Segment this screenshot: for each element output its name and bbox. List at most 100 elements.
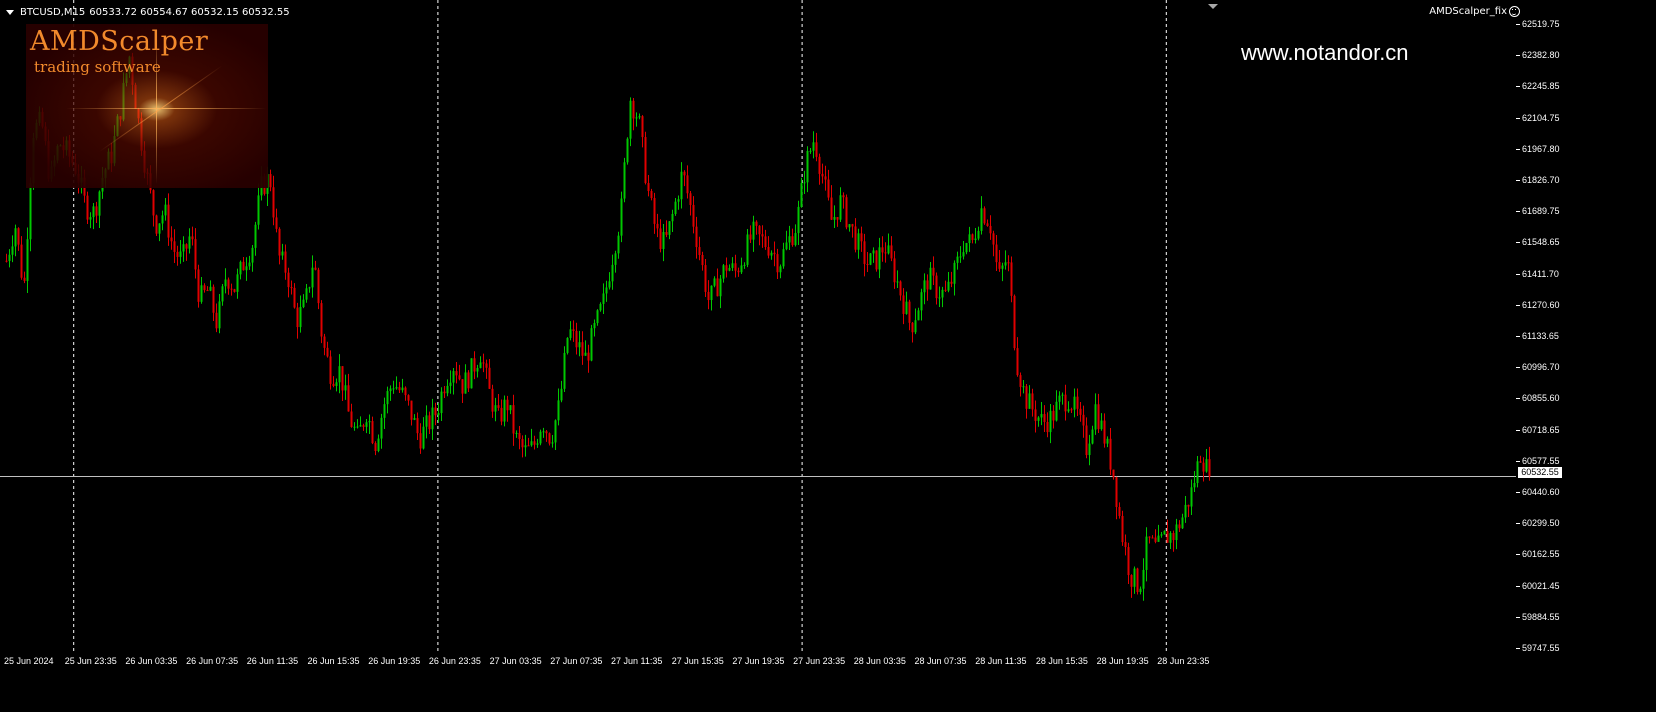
time-axis[interactable]: 25 Jun 2024 25 Jun 23:35 26 Jun 03:35 26 Ju… xyxy=(0,652,1516,672)
candle xyxy=(959,246,962,263)
price-axis-label: 62519.75 xyxy=(1522,19,1560,29)
candle-body xyxy=(860,233,863,242)
candle xyxy=(878,237,881,279)
candle-body xyxy=(449,382,452,386)
candle xyxy=(344,374,347,400)
candle xyxy=(890,236,893,262)
candle-body xyxy=(1190,487,1193,507)
candle-body xyxy=(218,301,221,329)
candle xyxy=(551,435,554,448)
candle-body xyxy=(443,391,446,394)
candle-body xyxy=(386,391,389,405)
candle xyxy=(713,276,716,288)
candle-body xyxy=(1133,568,1136,587)
candle xyxy=(359,416,362,427)
candle-body xyxy=(1097,404,1100,430)
dropdown-triangle-icon[interactable] xyxy=(6,9,14,15)
candle xyxy=(200,277,203,304)
symbol-info-bar[interactable]: BTCUSD,M15 60533.72 60554.67 60532.15 60… xyxy=(6,5,290,19)
candle-body xyxy=(380,417,383,439)
candle xyxy=(299,295,302,333)
candle xyxy=(950,271,953,288)
candle xyxy=(236,268,239,299)
price-axis-tick xyxy=(1516,304,1520,306)
candle-body xyxy=(623,162,626,199)
candle-body xyxy=(1145,536,1148,570)
chart-window[interactable]: AMDScalper trading software BTCUSD,M15 6… xyxy=(0,0,1656,712)
candle xyxy=(1025,384,1028,419)
candle xyxy=(779,264,782,279)
candle xyxy=(875,250,878,272)
candle-body xyxy=(734,263,737,271)
candle xyxy=(473,351,476,380)
time-axis-label: 27 Jun 11:35 xyxy=(611,656,663,666)
candle-body xyxy=(1112,469,1115,478)
candle-body xyxy=(194,239,197,270)
price-axis-label: 60996.70 xyxy=(1522,362,1560,373)
candle-body xyxy=(998,262,1001,269)
candle xyxy=(611,254,614,290)
candle-body xyxy=(320,303,323,337)
candle-body xyxy=(617,235,620,254)
candle xyxy=(1106,436,1109,448)
candle-body xyxy=(839,195,842,220)
candle-body xyxy=(89,217,92,220)
candle-body xyxy=(677,199,680,202)
candle-body xyxy=(776,254,779,273)
candle-body xyxy=(791,236,794,246)
candle xyxy=(578,330,581,357)
indicator-label[interactable]: AMDScalper_fix xyxy=(1429,6,1520,17)
candle xyxy=(896,270,899,289)
candle-body xyxy=(578,342,581,348)
candle-body xyxy=(338,366,341,383)
candle xyxy=(371,416,374,445)
candle-body xyxy=(1025,386,1028,409)
candle-body xyxy=(173,241,176,252)
candle-body xyxy=(272,187,275,218)
candle xyxy=(641,115,644,148)
candle-body xyxy=(389,388,392,392)
candle-body xyxy=(464,372,467,394)
logo-subtitle: trading software xyxy=(34,58,161,76)
candle xyxy=(563,346,566,392)
candle-body xyxy=(953,262,956,284)
candle-body xyxy=(650,191,653,199)
chart-shift-marker-icon[interactable] xyxy=(1208,4,1218,9)
candle-body xyxy=(1073,396,1076,410)
candle xyxy=(1193,471,1196,493)
price-axis[interactable]: 60532.55 62519.75 62382.80 62245.85 62104.7… xyxy=(1516,0,1656,712)
candle-body xyxy=(674,201,677,214)
candle xyxy=(332,376,335,388)
candle-body xyxy=(821,173,824,177)
candle xyxy=(734,254,737,278)
candle-body xyxy=(728,267,731,271)
candle-body xyxy=(788,236,791,243)
candle-body xyxy=(251,247,254,263)
candle xyxy=(1010,256,1013,303)
candle-body xyxy=(758,225,761,235)
candle-body xyxy=(179,251,182,257)
candle-body xyxy=(656,223,659,229)
candle xyxy=(311,255,314,298)
candle-body xyxy=(707,291,710,301)
candle-body xyxy=(554,420,557,443)
candle-body xyxy=(1004,262,1007,266)
candle xyxy=(377,434,380,453)
price-axis-label: 60162.55 xyxy=(1522,549,1560,560)
candle-body xyxy=(995,244,998,263)
candle-body xyxy=(185,244,188,249)
candle xyxy=(152,189,155,227)
candle-body xyxy=(362,425,365,427)
candle xyxy=(680,162,683,209)
candle-body xyxy=(1175,524,1178,541)
candle xyxy=(662,224,665,262)
time-axis-label: 25 Jun 2024 xyxy=(4,656,54,666)
candle-body xyxy=(395,387,398,389)
candle xyxy=(710,285,713,311)
candle-body xyxy=(236,274,239,292)
candle xyxy=(932,256,935,286)
candle xyxy=(362,423,365,431)
candle xyxy=(1079,402,1082,422)
candle xyxy=(911,322,914,343)
candle xyxy=(224,268,227,294)
